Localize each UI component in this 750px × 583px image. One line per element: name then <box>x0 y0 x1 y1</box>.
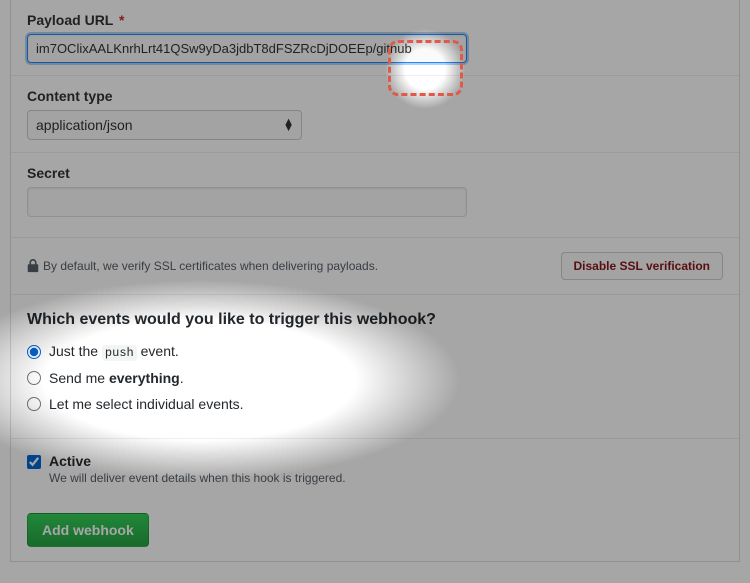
content-type-section: Content type application/json ▲▼ <box>11 76 739 153</box>
active-checkbox-row: Active We will deliver event details whe… <box>27 453 723 485</box>
events-section: Which events would you like to trigger t… <box>11 295 739 438</box>
event-individual-label: Let me select individual events. <box>49 396 244 412</box>
event-option-everything[interactable]: Send me everything. <box>27 370 723 386</box>
secret-section: Secret <box>11 153 739 229</box>
active-label: Active <box>49 453 346 469</box>
payload-url-label-text: Payload URL <box>27 12 113 28</box>
event-option-individual[interactable]: Let me select individual events. <box>27 396 723 412</box>
active-text-wrap: Active We will deliver event details whe… <box>49 453 346 485</box>
event-radio-push[interactable] <box>27 345 41 359</box>
event-push-pre: Just the <box>49 343 102 359</box>
event-push-post: event. <box>137 343 179 359</box>
lock-icon <box>27 259 39 273</box>
ssl-text-content: By default, we verify SSL certificates w… <box>43 259 378 273</box>
webhook-form: Payload URL * Content type application/j… <box>10 0 740 562</box>
events-title: Which events would you like to trigger t… <box>27 311 723 329</box>
secret-label: Secret <box>27 165 723 181</box>
event-everything-pre: Send me <box>49 370 109 386</box>
event-everything-bold: everything <box>109 370 180 386</box>
ssl-text: By default, we verify SSL certificates w… <box>27 259 378 273</box>
payload-url-input[interactable] <box>27 34 467 63</box>
event-radio-individual[interactable] <box>27 397 41 411</box>
required-asterisk: * <box>119 12 124 28</box>
secret-input[interactable] <box>27 187 467 217</box>
event-radio-everything[interactable] <box>27 371 41 385</box>
content-type-select-wrap: application/json ▲▼ <box>27 110 302 140</box>
active-desc: We will deliver event details when this … <box>49 471 346 485</box>
active-checkbox[interactable] <box>27 455 41 469</box>
add-webhook-button[interactable]: Add webhook <box>27 513 149 547</box>
payload-url-label: Payload URL * <box>27 12 723 28</box>
content-type-select[interactable]: application/json <box>27 110 302 140</box>
disable-ssl-button[interactable]: Disable SSL verification <box>561 252 724 280</box>
event-everything-label: Send me everything. <box>49 370 184 386</box>
submit-section: Add webhook <box>11 499 739 561</box>
active-section: Active We will deliver event details whe… <box>11 438 739 499</box>
event-push-label: Just the push event. <box>49 343 179 360</box>
payload-url-section: Payload URL * <box>11 0 739 76</box>
event-push-code: push <box>102 345 137 361</box>
event-everything-post: . <box>180 370 184 386</box>
ssl-row: By default, we verify SSL certificates w… <box>11 237 739 295</box>
content-type-label: Content type <box>27 88 723 104</box>
event-option-push[interactable]: Just the push event. <box>27 343 723 360</box>
